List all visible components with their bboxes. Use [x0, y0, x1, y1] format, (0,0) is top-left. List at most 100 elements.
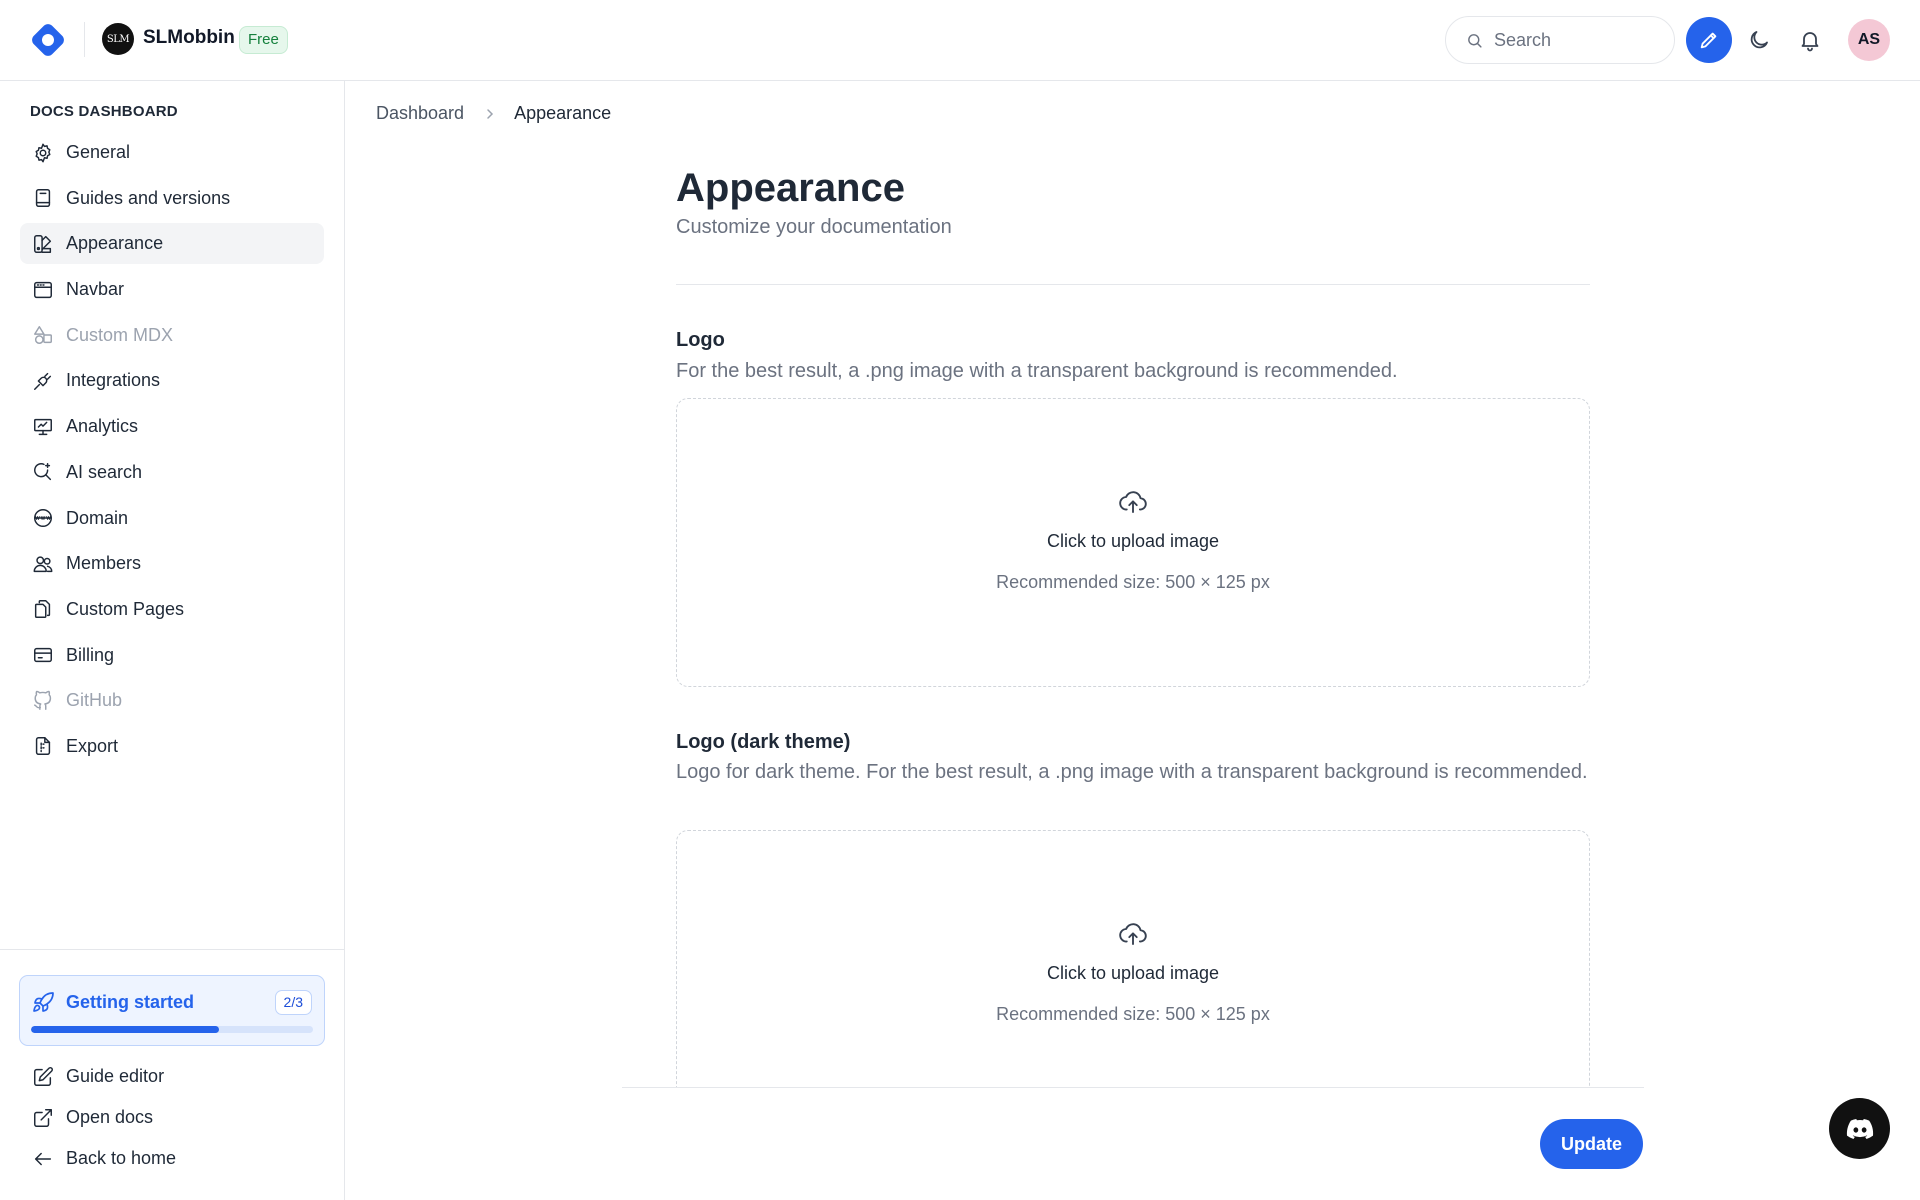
- external-link-icon: [31, 1106, 55, 1130]
- user-avatar[interactable]: AS: [1848, 19, 1890, 61]
- presentation-chart-icon: [31, 415, 55, 439]
- edit-square-icon: [31, 1065, 55, 1089]
- logo-section-description: For the best result, a .png image with a…: [676, 360, 1398, 382]
- getting-started-count: 2/3: [274, 990, 312, 1015]
- breadcrumb: Dashboard Appearance: [376, 103, 611, 124]
- sidebar-item-label: Guides and versions: [66, 187, 231, 208]
- open-docs-link[interactable]: Open docs: [20, 1099, 324, 1136]
- sidebar-item-guides[interactable]: Guides and versions: [20, 178, 324, 219]
- logo-dark-upload-dropzone[interactable]: Click to upload image Recommended size: …: [676, 830, 1590, 1119]
- footer-bar: [346, 1088, 1920, 1200]
- getting-started-card[interactable]: Getting started 2/3: [19, 975, 325, 1046]
- chevron-right-icon: [484, 108, 496, 120]
- pages-icon: [31, 597, 55, 621]
- search-input[interactable]: Search: [1445, 16, 1675, 64]
- logo-upload-dropzone[interactable]: Click to upload image Recommended size: …: [676, 398, 1590, 687]
- sidebar-item-label: AI search: [66, 461, 143, 482]
- back-to-home-link[interactable]: Back to home: [20, 1140, 324, 1177]
- book-icon: [31, 186, 55, 210]
- theme-toggle-button[interactable]: [1745, 26, 1773, 54]
- sidebar-heading: DOCS DASHBOARD: [30, 103, 178, 120]
- org-avatar[interactable]: SLM: [102, 23, 134, 55]
- discord-icon: [1846, 1118, 1873, 1139]
- sidebar-item-label: Domain: [66, 507, 129, 528]
- sidebar-item-label: Custom Pages: [66, 598, 185, 619]
- title-divider: [676, 284, 1590, 285]
- shapes-icon: [31, 323, 55, 347]
- rocket-icon: [33, 992, 54, 1012]
- sidebar-item-billing[interactable]: Billing: [20, 635, 324, 676]
- footer-divider: [622, 1087, 1644, 1088]
- sidebar-item-export[interactable]: Export: [20, 726, 324, 767]
- moon-icon: [1750, 31, 1768, 49]
- users-icon: [31, 552, 55, 576]
- search-placeholder: Search: [1494, 29, 1552, 50]
- upload-hint: Recommended size: 500 × 125 px: [996, 572, 1270, 592]
- guide-editor-link[interactable]: Guide editor: [20, 1058, 324, 1095]
- logo-section-title: Logo: [676, 329, 725, 351]
- open-docs-label: Open docs: [66, 1107, 154, 1127]
- sidebar: DOCS DASHBOARD General Guides and versio…: [0, 81, 345, 1200]
- breadcrumb-current: Appearance: [514, 103, 612, 123]
- upload-hint: Recommended size: 500 × 125 px: [996, 1004, 1270, 1024]
- getting-started-label: Getting started: [66, 992, 195, 1012]
- ai-search-icon: [31, 460, 55, 484]
- sidebar-item-custom-mdx[interactable]: Custom MDX: [20, 315, 324, 356]
- page-title: Appearance: [676, 166, 905, 210]
- pencil-icon: [1700, 32, 1717, 49]
- edit-button[interactable]: [1686, 17, 1732, 63]
- sidebar-item-ai-search[interactable]: AI search: [20, 452, 324, 493]
- sidebar-item-custom-pages[interactable]: Custom Pages: [20, 589, 324, 630]
- sidebar-item-domain[interactable]: Domain: [20, 498, 324, 539]
- upload-label: Click to upload image: [1046, 963, 1220, 983]
- update-button[interactable]: Update: [1540, 1119, 1643, 1169]
- breadcrumb-dashboard-link[interactable]: Dashboard: [376, 103, 464, 124]
- file-export-icon: [31, 734, 55, 758]
- bell-icon: [1801, 32, 1819, 52]
- palette-icon: [31, 232, 55, 256]
- github-icon: [31, 689, 55, 713]
- notifications-button[interactable]: [1796, 26, 1824, 54]
- sidebar-item-label: Navbar: [66, 279, 125, 300]
- sidebar-item-label: Integrations: [66, 370, 161, 391]
- brand-logo-icon[interactable]: [29, 21, 67, 59]
- back-to-home-label: Back to home: [66, 1148, 177, 1168]
- globe-www-icon: [31, 506, 55, 530]
- logo-dark-section-description: Logo for dark theme. For the best result…: [676, 761, 1588, 783]
- sidebar-item-label: Appearance: [66, 233, 164, 254]
- top-header: SLM SLMobbin Free Search AS: [0, 0, 1920, 81]
- sidebar-item-label: Members: [66, 553, 142, 574]
- guide-editor-label: Guide editor: [66, 1066, 165, 1086]
- sidebar-item-navbar[interactable]: Navbar: [20, 269, 324, 310]
- sidebar-item-analytics[interactable]: Analytics: [20, 406, 324, 447]
- sidebar-item-general[interactable]: General: [20, 132, 324, 173]
- sidebar-item-label: Analytics: [66, 416, 139, 437]
- sidebar-item-github[interactable]: GitHub: [20, 680, 324, 721]
- logo-dark-section-title: Logo (dark theme): [676, 731, 851, 753]
- getting-started-progress: [31, 1026, 313, 1033]
- arrow-left-icon: [31, 1147, 55, 1171]
- cloud-upload-icon: [1119, 491, 1147, 513]
- browser-window-icon: [31, 278, 55, 302]
- credit-card-icon: [31, 643, 55, 667]
- discord-button[interactable]: [1829, 1098, 1890, 1159]
- cloud-upload-icon: [1119, 923, 1147, 945]
- sidebar-item-members[interactable]: Members: [20, 543, 324, 584]
- sidebar-item-appearance[interactable]: Appearance: [20, 223, 324, 265]
- sidebar-item-integrations[interactable]: Integrations: [20, 360, 324, 401]
- org-name[interactable]: SLMobbin: [143, 27, 235, 49]
- plug-icon: [31, 369, 55, 393]
- sidebar-item-label: Billing: [66, 644, 115, 665]
- sidebar-item-label: Export: [66, 735, 119, 756]
- search-icon: [1468, 33, 1482, 48]
- page-subtitle: Customize your documentation: [676, 216, 952, 238]
- sidebar-item-label: GitHub: [66, 690, 123, 711]
- upload-label: Click to upload image: [1046, 531, 1220, 551]
- sidebar-item-label: Custom MDX: [66, 324, 174, 345]
- sidebar-nav: General Guides and versions Appearance N…: [20, 132, 324, 772]
- sidebar-bottom-links: Guide editor Open docs Back to home: [20, 1058, 324, 1181]
- sidebar-footer: Getting started 2/3 Guide editor Open do…: [0, 949, 345, 1200]
- gear-icon: [31, 141, 55, 165]
- plan-badge: Free: [239, 26, 288, 54]
- sidebar-item-label: General: [66, 142, 131, 162]
